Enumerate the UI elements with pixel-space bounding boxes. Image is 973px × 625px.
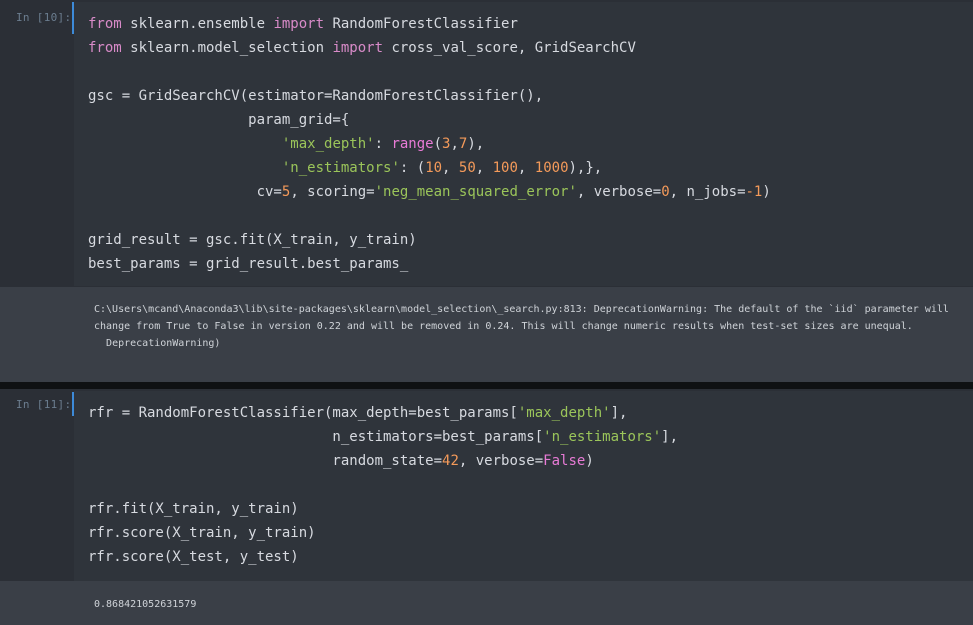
- code-line: rfr.score(X_train, y_train): [88, 521, 678, 545]
- code-line: from sklearn.model_selection import cros…: [88, 36, 771, 60]
- code-token: 'neg_mean_squared_error': [374, 184, 577, 200]
- selected-cell-marker: [72, 392, 74, 416]
- code-token: import: [332, 40, 384, 56]
- code-token: cv=: [88, 184, 282, 200]
- code-line: param_grid={: [88, 108, 771, 132]
- code-token: : (: [399, 160, 426, 176]
- code-token: 100: [492, 160, 518, 176]
- code-cell-10[interactable]: In [10]: from sklearn.ensemble import Ra…: [0, 0, 973, 382]
- code-token: 1000: [534, 160, 569, 176]
- code-token: range: [391, 136, 434, 152]
- code-token: , scoring=: [290, 184, 375, 200]
- code-token: ,: [475, 160, 493, 176]
- code-block: from sklearn.ensemble import RandomFores…: [88, 12, 771, 276]
- code-token: (: [433, 136, 443, 152]
- notebook: In [10]: from sklearn.ensemble import Ra…: [0, 0, 973, 625]
- code-token: grid_result = gsc.fit(X_train, y_train): [88, 232, 417, 248]
- code-token: from: [88, 40, 122, 56]
- code-token: -1: [745, 184, 763, 200]
- cell-output: 0.868421052631579: [0, 581, 973, 625]
- code-line: gsc = GridSearchCV(estimator=RandomFores…: [88, 84, 771, 108]
- code-token: gsc = GridSearchCV(estimator=RandomFores…: [88, 88, 544, 104]
- code-token: ,: [517, 160, 535, 176]
- code-line: rfr = RandomForestClassifier(max_depth=b…: [88, 401, 678, 425]
- code-line: best_params = grid_result.best_params_: [88, 252, 771, 276]
- code-token: ): [585, 453, 594, 469]
- code-token: ,: [442, 160, 459, 176]
- code-token: , verbose=: [458, 453, 544, 469]
- code-token: ): [762, 184, 771, 200]
- code-token: 'n_estimators': [281, 160, 400, 176]
- code-token: 'n_estimators': [543, 429, 662, 445]
- output-text: C:\Users\mcand\Anaconda3\lib\site-packag…: [94, 304, 949, 349]
- code-token: , n_jobs=: [669, 184, 746, 200]
- code-cell-11[interactable]: In [11]: rfr = RandomForestClassifier(ma…: [0, 389, 973, 625]
- code-line: 'n_estimators': (10, 50, 100, 1000),},: [88, 156, 771, 180]
- code-token: 50: [458, 160, 476, 176]
- code-token: rfr = RandomForestClassifier(max_depth=b…: [88, 405, 518, 421]
- code-token: ),},: [568, 160, 603, 176]
- code-token: param_grid={: [88, 112, 350, 128]
- code-token: RandomForestClassifier: [324, 16, 518, 32]
- cell-input-editor[interactable]: rfr = RandomForestClassifier(max_depth=b…: [74, 391, 973, 581]
- code-line: n_estimators=best_params['n_estimators']…: [88, 425, 678, 449]
- code-token: 'max_depth': [517, 405, 611, 421]
- code-token: False: [543, 453, 586, 469]
- code-token: cross_val_score, GridSearchCV: [383, 40, 636, 56]
- code-token: n_estimators=best_params[: [88, 429, 544, 445]
- code-token: ],: [661, 429, 679, 445]
- code-token: from: [88, 16, 122, 32]
- code-token: rfr.score(X_train, y_train): [88, 525, 316, 541]
- code-line: 'max_depth': range(3,7),: [88, 132, 771, 156]
- code-line: rfr.fit(X_train, y_train): [88, 497, 678, 521]
- code-token: ),: [467, 136, 485, 152]
- selected-cell-marker: [72, 2, 74, 34]
- code-token: ],: [610, 405, 628, 421]
- code-token: sklearn.ensemble: [121, 16, 274, 32]
- code-block: rfr = RandomForestClassifier(max_depth=b…: [88, 401, 678, 569]
- code-token: rfr.score(X_test, y_test): [88, 549, 299, 565]
- output-text: 0.868421052631579: [94, 599, 197, 610]
- code-token: ,: [450, 136, 459, 152]
- cell-separator: [0, 382, 973, 389]
- code-token: import: [273, 16, 325, 32]
- cell-output: C:\Users\mcand\Anaconda3\lib\site-packag…: [0, 287, 973, 382]
- code-token: rfr.fit(X_train, y_train): [88, 501, 299, 517]
- code-token: best_params = grid_result.best_params_: [88, 256, 409, 272]
- code-token: 'max_depth': [281, 136, 375, 152]
- cell-input-editor[interactable]: from sklearn.ensemble import RandomFores…: [74, 2, 973, 286]
- code-token: :: [374, 136, 392, 152]
- code-line: cv=5, scoring='neg_mean_squared_error', …: [88, 180, 771, 204]
- code-line: random_state=42, verbose=False): [88, 449, 678, 473]
- code-token: 42: [442, 453, 459, 469]
- code-token: 10: [425, 160, 443, 176]
- cell-prompt: In [10]:: [16, 11, 72, 24]
- code-line: grid_result = gsc.fit(X_train, y_train): [88, 228, 771, 252]
- code-token: 0: [661, 184, 670, 200]
- code-line: from sklearn.ensemble import RandomFores…: [88, 12, 771, 36]
- code-token: , verbose=: [576, 184, 662, 200]
- code-token: random_state=: [88, 453, 443, 469]
- code-line: rfr.score(X_test, y_test): [88, 545, 678, 569]
- code-token: sklearn.model_selection: [121, 40, 333, 56]
- cell-prompt: In [11]:: [16, 398, 72, 411]
